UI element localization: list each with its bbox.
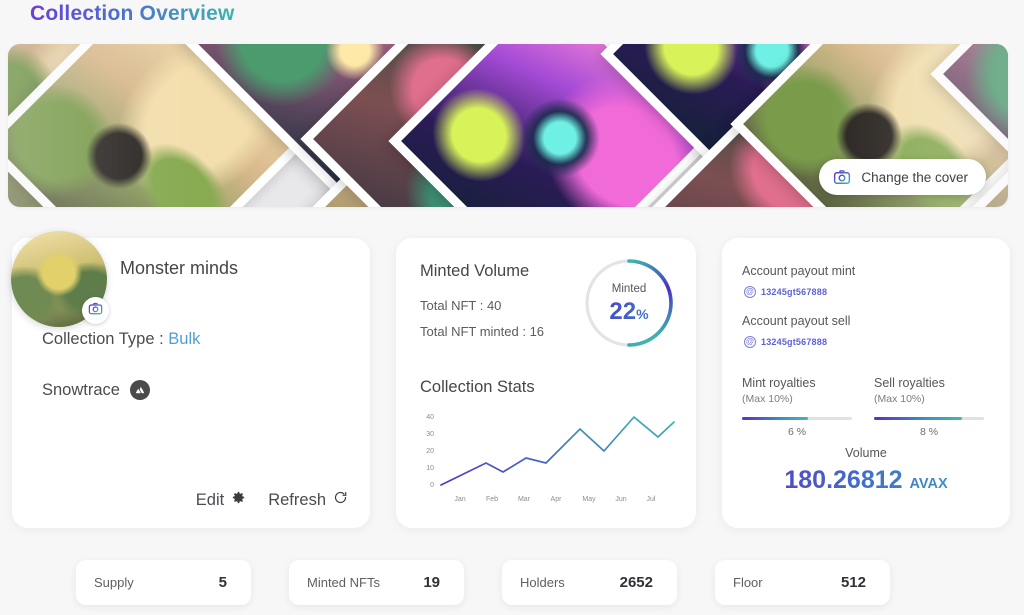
sell-address-text: 13245gt567888 — [761, 337, 828, 347]
collection-name: Monster minds — [120, 258, 239, 278]
cover-banner[interactable]: Change the cover — [8, 44, 1008, 207]
mint-royalties-slider[interactable] — [742, 417, 852, 420]
total-nft: Total NFT : 40 — [420, 298, 502, 313]
stat-value: 19 — [423, 574, 440, 591]
stat-key: Minted NFTs — [307, 575, 380, 590]
account-payout-sell-address[interactable]: @ 13245gt567888 — [744, 336, 827, 348]
collection-type: Collection Type : Bulk — [42, 330, 200, 349]
change-cover-button[interactable]: Change the cover — [819, 159, 986, 195]
volume-label: Volume — [845, 446, 887, 460]
profile-card-actions: Edit Refresh — [196, 490, 348, 510]
change-cover-label: Change the cover — [861, 169, 968, 185]
collection-type-value: Bulk — [168, 330, 201, 348]
svg-text:Mar: Mar — [518, 496, 531, 503]
stat-pill-minted-nfts: Minted NFTs 19 — [289, 560, 464, 605]
account-payout-mint-label: Account payout mint — [742, 264, 856, 278]
sell-royalties-max: (Max 10%) — [874, 393, 925, 405]
svg-text:Jul: Jul — [647, 496, 656, 503]
mint-royalties-max: (Max 10%) — [742, 393, 793, 405]
minted-volume-card: Minted Volume Total NFT : 40 Total NFT m… — [396, 238, 696, 528]
volume-unit: AVAX — [909, 476, 948, 492]
sell-royalties: Sell royalties (Max 10%) 8 % — [874, 376, 984, 438]
avalanche-icon — [129, 380, 150, 400]
mint-royalties-percent: 6 % — [787, 426, 807, 438]
stat-value: 2652 — [619, 574, 653, 591]
svg-text:Apr: Apr — [551, 496, 563, 503]
minted-volume-title: Minted Volume — [420, 262, 530, 280]
collection-overview-page: Collection Overview Change the cover Mon… — [0, 0, 1024, 615]
refresh-label: Refresh — [268, 490, 326, 509]
svg-text:30: 30 — [426, 431, 434, 438]
svg-text:Jun: Jun — [615, 496, 626, 503]
mint-royalties-title: Mint royalties — [742, 376, 816, 390]
refresh-button[interactable]: Refresh — [268, 490, 348, 510]
at-icon: @ — [744, 336, 756, 348]
stat-value: 5 — [218, 574, 227, 591]
stat-key: Floor — [733, 575, 763, 590]
payout-card: Account payout mint @ 13245gt567888 Acco… — [722, 238, 1010, 528]
avatar[interactable] — [11, 231, 109, 327]
svg-text:40: 40 — [426, 414, 434, 421]
at-icon: @ — [744, 286, 756, 298]
sell-royalties-title: Sell royalties — [874, 376, 945, 390]
account-payout-mint-address[interactable]: @ 13245gt567888 — [744, 286, 827, 298]
svg-text:Feb: Feb — [486, 496, 498, 503]
chain-row[interactable]: Snowtrace — [42, 380, 150, 400]
chain-label: Snowtrace — [42, 380, 120, 399]
refresh-icon — [333, 490, 348, 510]
sell-royalties-percent: 8 % — [919, 426, 939, 438]
collection-stats-chart: 40 30 20 10 0 Jan Feb Mar Apr May Jun Ju… — [408, 406, 684, 516]
svg-text:Jan: Jan — [454, 496, 465, 503]
stat-value: 512 — [840, 574, 866, 591]
sell-royalties-slider[interactable] — [874, 417, 984, 420]
collection-profile-card: Monster minds Collection Type : Bulk Sno… — [11, 231, 370, 528]
edit-button[interactable]: Edit — [196, 490, 246, 510]
camera-icon — [88, 301, 103, 321]
stat-pill-supply: Supply 5 — [76, 560, 251, 605]
svg-text:May: May — [582, 496, 596, 503]
minted-donut-chart: Minted 22% — [582, 256, 676, 350]
donut-number: 22 — [609, 298, 637, 325]
total-nft-minted: Total NFT minted : 16 — [420, 324, 545, 339]
page-title: Collection Overview — [30, 2, 235, 25]
collection-stats-title: Collection Stats — [420, 378, 535, 396]
stat-key: Supply — [94, 575, 134, 590]
svg-text:20: 20 — [426, 448, 434, 455]
svg-text:0: 0 — [430, 482, 434, 489]
stat-key: Holders — [520, 575, 565, 590]
volume-value: 180.26812 AVAX — [722, 466, 1010, 495]
collection-type-label: Collection Type : — [42, 330, 164, 348]
camera-icon — [833, 168, 851, 186]
mint-address-text: 13245gt567888 — [761, 287, 828, 297]
stat-pill-holders: Holders 2652 — [502, 560, 677, 605]
stat-pill-floor: Floor 512 — [715, 560, 890, 605]
svg-text:10: 10 — [426, 465, 434, 472]
change-avatar-button[interactable] — [82, 297, 109, 324]
account-payout-sell-label: Account payout sell — [742, 314, 851, 328]
donut-unit: % — [636, 306, 649, 322]
volume-number: 180.26812 — [784, 466, 903, 494]
edit-label: Edit — [195, 490, 225, 509]
gear-icon — [231, 490, 246, 510]
donut-value: 22% — [582, 298, 676, 326]
mint-royalties: Mint royalties (Max 10%) 6 % — [742, 376, 852, 438]
donut-label: Minted — [611, 283, 647, 295]
